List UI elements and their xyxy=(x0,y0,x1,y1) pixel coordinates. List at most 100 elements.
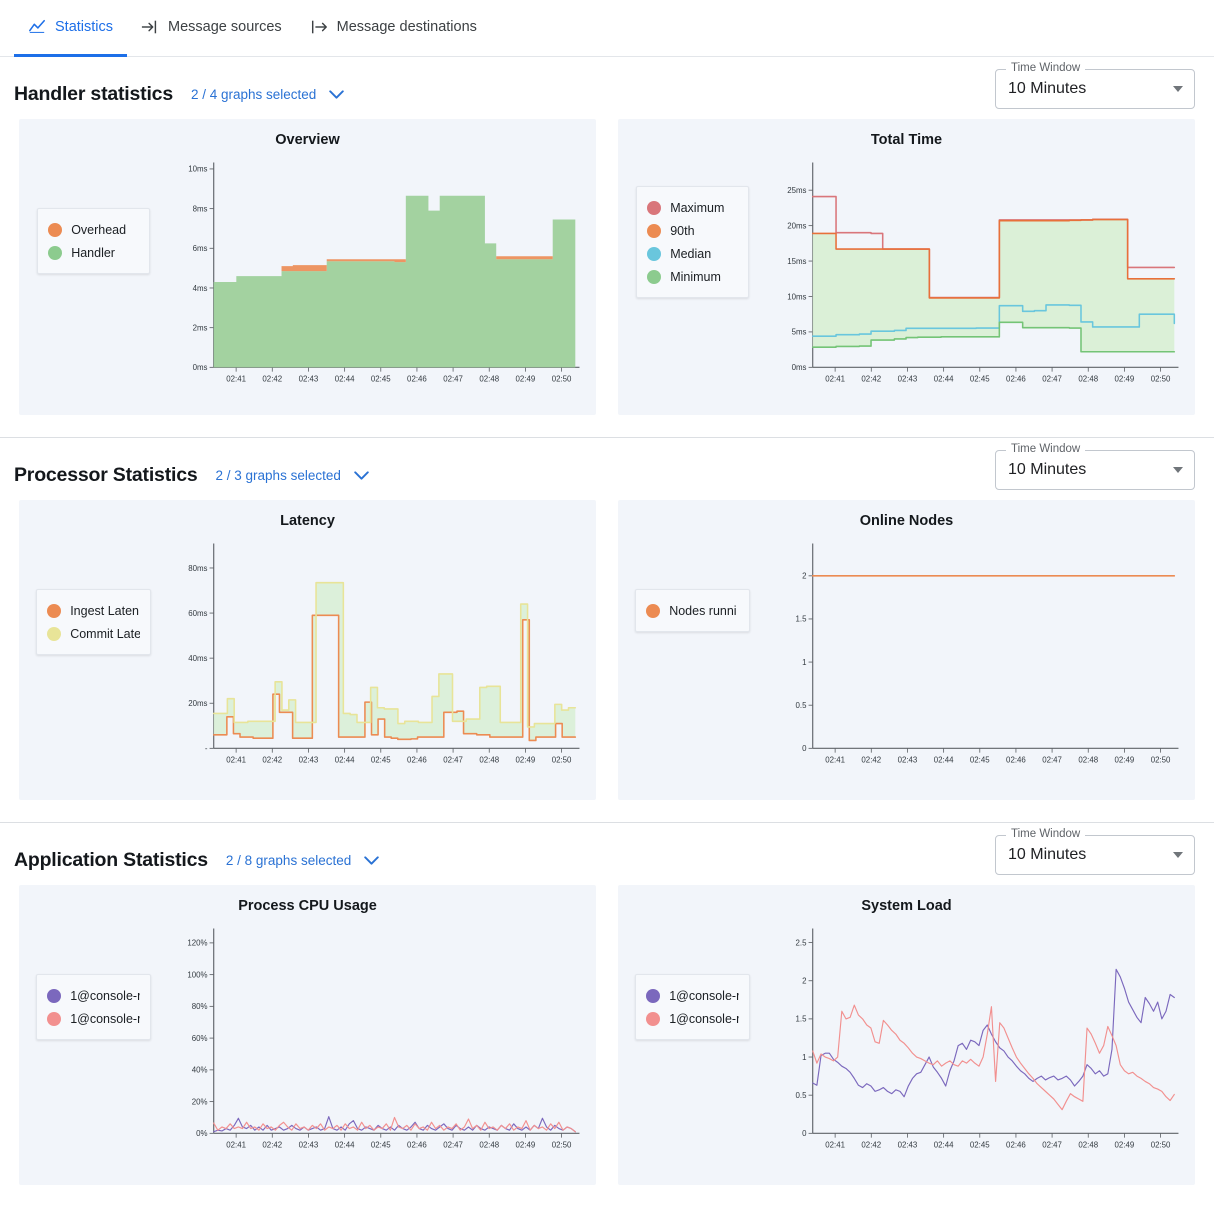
svg-text:5ms: 5ms xyxy=(792,328,807,337)
svg-text:1: 1 xyxy=(802,658,807,667)
svg-text:02:47: 02:47 xyxy=(444,1140,464,1149)
legend-item[interactable]: Minimum xyxy=(647,265,738,288)
legend-item[interactable]: Maximum xyxy=(647,196,738,219)
section-title: Handler statistics xyxy=(14,82,173,105)
svg-text:1: 1 xyxy=(802,1053,807,1062)
svg-text:10ms: 10ms xyxy=(189,165,208,174)
legend-item[interactable]: 1@console-r xyxy=(47,984,140,1007)
legend-label: Minimum xyxy=(670,269,721,284)
svg-text:20ms: 20ms xyxy=(788,221,807,230)
legend-item[interactable]: 90th xyxy=(647,219,738,242)
graphs-selected-toggle[interactable]: 2 / 3 graphs selected xyxy=(216,468,369,483)
svg-text:02:46: 02:46 xyxy=(407,374,427,383)
chart-plot-latency: - 20ms 40ms 60ms 80ms 02:41 02:42 02:43 02:44 02:… xyxy=(168,537,596,785)
graphs-selected-label: 2 / 4 graphs selected xyxy=(190,86,317,102)
time-window-label: Time Window xyxy=(1006,62,1086,74)
legend-item[interactable]: Nodes runni xyxy=(646,599,739,622)
svg-text:6ms: 6ms xyxy=(193,244,208,253)
svg-text:25ms: 25ms xyxy=(788,186,807,195)
svg-text:20%: 20% xyxy=(192,1097,208,1106)
time-window-label: Time Window xyxy=(1006,443,1086,455)
chart-title: Total Time xyxy=(870,132,943,148)
section-header: Application Statistics 2 / 8 graphs sele… xyxy=(0,823,1214,885)
chart-line-icon xyxy=(28,18,46,36)
svg-text:60%: 60% xyxy=(192,1034,208,1043)
legend-label: Overhead xyxy=(71,222,127,237)
chart-legend[interactable]: 1@console-r 1@console-r xyxy=(635,974,751,1040)
legend-color-swatch xyxy=(647,200,662,215)
tab-message-destinations[interactable]: Message destinations xyxy=(296,0,491,57)
chart-legend[interactable]: Overhead Handler xyxy=(37,208,151,274)
legend-item[interactable]: Overhead xyxy=(48,218,139,241)
svg-text:100%: 100% xyxy=(188,970,208,979)
graphs-selected-toggle[interactable]: 2 / 4 graphs selected xyxy=(190,86,345,102)
graphs-selected-label: 2 / 8 graphs selected xyxy=(225,852,352,868)
svg-text:120%: 120% xyxy=(188,939,208,948)
svg-text:-: - xyxy=(205,744,208,753)
charts-row: Overview Overhead Handler 0ms 2ms 4ms 6m… xyxy=(0,119,1214,437)
svg-text:02:50: 02:50 xyxy=(552,755,572,764)
legend-color-swatch xyxy=(47,1011,62,1026)
chart-card-overview: Overview Overhead Handler 0ms 2ms 4ms 6m… xyxy=(19,119,596,415)
legend-label: 90th xyxy=(670,223,695,238)
svg-text:02:45: 02:45 xyxy=(970,1140,990,1149)
tab-message-destinations-label: Message destinations xyxy=(336,19,477,35)
svg-text:02:48: 02:48 xyxy=(1079,755,1099,764)
svg-text:02:45: 02:45 xyxy=(371,1140,391,1149)
legend-item[interactable]: 1@console-r xyxy=(646,984,739,1007)
svg-text:02:41: 02:41 xyxy=(826,755,846,764)
svg-text:02:46: 02:46 xyxy=(1006,1140,1026,1149)
graphs-selected-toggle[interactable]: 2 / 8 graphs selected xyxy=(226,853,379,868)
tab-message-sources[interactable]: Message sources xyxy=(127,0,296,57)
legend-item[interactable]: 1@console-r xyxy=(47,1007,140,1030)
chart-card-total-time: Total Time Maximum 90th Median Minimum 0… xyxy=(618,119,1195,415)
legend-item[interactable]: Commit Late xyxy=(47,622,140,645)
chart-title: Process CPU Usage xyxy=(238,898,377,914)
svg-text:02:43: 02:43 xyxy=(898,1140,918,1149)
chevron-down-icon xyxy=(354,470,369,480)
svg-text:02:42: 02:42 xyxy=(862,755,882,764)
section-title: Application Statistics xyxy=(14,848,208,871)
svg-text:02:49: 02:49 xyxy=(516,1140,536,1149)
legend-item[interactable]: 1@console-r xyxy=(646,1007,739,1030)
chart-legend[interactable]: Nodes runni xyxy=(635,589,751,632)
section-handler-statistics: Handler statistics 2 / 4 graphs selected… xyxy=(0,57,1214,437)
svg-text:2ms: 2ms xyxy=(193,323,208,332)
svg-text:1.5: 1.5 xyxy=(796,1015,807,1024)
chart-legend[interactable]: Maximum 90th Median Minimum xyxy=(636,186,750,298)
chart-title: System Load xyxy=(861,898,952,914)
svg-text:02:46: 02:46 xyxy=(1006,755,1026,764)
graphs-selected-label: 2 / 3 graphs selected xyxy=(215,467,341,483)
svg-text:02:47: 02:47 xyxy=(1043,374,1063,383)
svg-text:02:41: 02:41 xyxy=(227,755,247,764)
tab-bar: Statistics Message sources Message desti… xyxy=(0,0,1214,57)
svg-text:02:45: 02:45 xyxy=(371,374,391,383)
svg-text:02:50: 02:50 xyxy=(1151,374,1171,383)
dropdown-arrow-icon xyxy=(1173,852,1183,858)
time-window-select[interactable]: Time Window 10 Minutes xyxy=(995,62,1195,109)
tab-statistics[interactable]: Statistics xyxy=(14,0,128,57)
time-window-select[interactable]: Time Window 10 Minutes xyxy=(995,828,1195,875)
chart-legend[interactable]: 1@console-r 1@console-r xyxy=(36,974,152,1040)
svg-text:0.5: 0.5 xyxy=(796,1091,807,1100)
chevron-down-icon xyxy=(364,855,379,865)
time-window-select[interactable]: Time Window 10 Minutes xyxy=(995,443,1195,490)
legend-item[interactable]: Ingest Laten xyxy=(47,599,140,622)
svg-text:02:41: 02:41 xyxy=(227,374,247,383)
svg-text:02:47: 02:47 xyxy=(444,755,464,764)
svg-text:02:50: 02:50 xyxy=(552,1140,572,1149)
svg-text:02:50: 02:50 xyxy=(1151,1140,1171,1149)
legend-label: Commit Late xyxy=(70,626,141,641)
chart-title: Online Nodes xyxy=(859,513,954,529)
svg-text:02:44: 02:44 xyxy=(934,1140,954,1149)
svg-text:02:49: 02:49 xyxy=(1115,755,1135,764)
svg-text:02:41: 02:41 xyxy=(826,374,846,383)
svg-text:02:44: 02:44 xyxy=(335,755,355,764)
chart-legend[interactable]: Ingest Laten Commit Late xyxy=(36,589,152,655)
legend-color-swatch xyxy=(646,603,661,618)
svg-text:0ms: 0ms xyxy=(792,363,807,372)
legend-item[interactable]: Median xyxy=(647,242,738,265)
svg-text:02:49: 02:49 xyxy=(1115,374,1135,383)
statistics-page: Statistics Message sources Message desti… xyxy=(0,0,1214,1212)
legend-item[interactable]: Handler xyxy=(48,241,139,264)
